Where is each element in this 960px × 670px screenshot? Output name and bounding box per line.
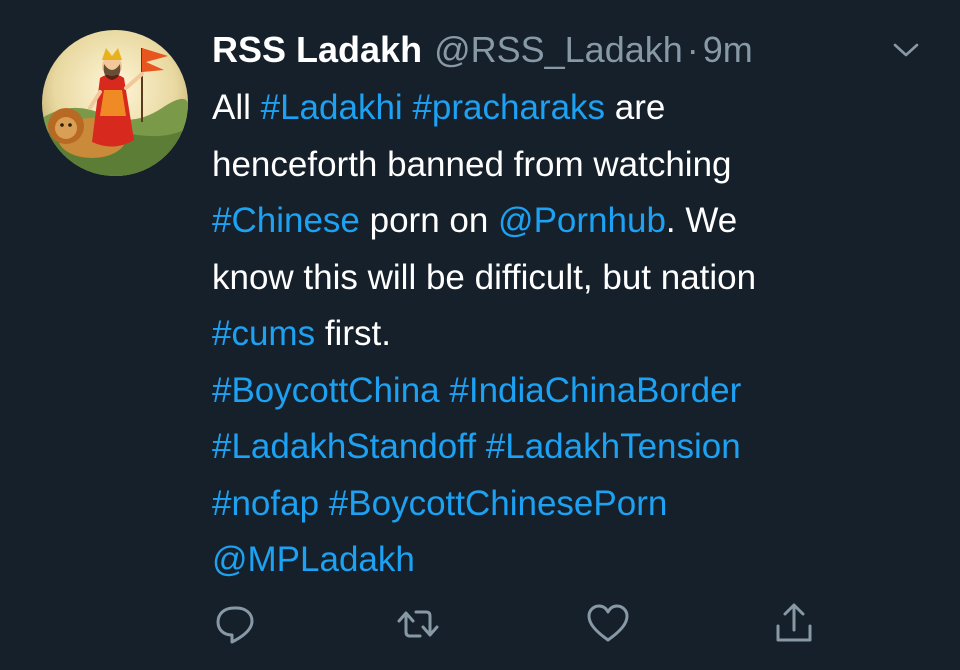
mention-link[interactable]: @Pornhub	[498, 201, 666, 240]
tweet-line: All #Ladakhi #pracharaks are	[212, 80, 932, 137]
tweet-card: RSS Ladakh @RSS_Ladakh · 9m All #Ladakhi…	[0, 0, 960, 670]
separator-dot: ·	[686, 29, 699, 70]
mention-link[interactable]: @MPLadakh	[212, 540, 415, 579]
retweet-icon[interactable]	[394, 600, 442, 648]
tweet-line: @MPLadakh	[212, 532, 932, 589]
heart-icon[interactable]	[584, 600, 632, 648]
hashtag-link[interactable]: #Chinese	[212, 201, 360, 240]
hashtag-link[interactable]: #nofap	[212, 484, 319, 523]
tweet-line: #nofap #BoycottChinesePorn	[212, 476, 932, 533]
tweet-text-segment	[440, 371, 450, 410]
tweet-text-segment	[319, 484, 329, 523]
hashtag-link[interactable]: #IndiaChinaBorder	[449, 371, 741, 410]
hashtag-link[interactable]: #pracharaks	[412, 88, 605, 127]
tweet-text-segment	[476, 427, 486, 466]
reply-icon[interactable]	[212, 600, 260, 648]
avatar[interactable]	[42, 30, 188, 176]
tweet-text-segment: henceforth banned from watching	[212, 144, 732, 184]
hashtag-link[interactable]: #LadakhTension	[486, 427, 741, 466]
tweet-text-segment: . We	[665, 201, 738, 240]
avatar-image	[42, 30, 188, 176]
tweet-text-segment: All	[212, 88, 261, 127]
share-icon[interactable]	[770, 600, 818, 648]
tweet-line: #Chinese porn on @Pornhub. We	[212, 193, 932, 250]
tweet-text-segment: are	[605, 88, 666, 127]
tweet-actions	[0, 600, 960, 660]
timestamp[interactable]: 9m	[703, 29, 753, 71]
tweet-line: know this will be difficult, but nation	[212, 250, 932, 307]
tweet-text-segment: porn on	[359, 201, 499, 240]
tweet-header: RSS Ladakh @RSS_Ladakh · 9m	[212, 26, 753, 74]
tweet-line: henceforth banned from watching	[212, 137, 932, 194]
hashtag-link[interactable]: #cums	[212, 314, 315, 353]
tweet-line: #LadakhStandoff #LadakhTension	[212, 419, 932, 476]
chevron-down-icon[interactable]	[890, 38, 922, 62]
tweet-text-segment: know this will be difficult, but nation	[212, 257, 757, 297]
tweet-line: #cums first.	[212, 306, 932, 363]
hashtag-link[interactable]: #BoycottChina	[212, 371, 440, 410]
tweet-text: All #Ladakhi #pracharaks are henceforth b…	[212, 80, 932, 589]
user-handle[interactable]: @RSS_Ladakh	[434, 29, 683, 71]
tweet-line: #BoycottChina #IndiaChinaBorder	[212, 363, 932, 420]
hashtag-link[interactable]: #Ladakhi	[261, 88, 403, 127]
hashtag-link[interactable]: #BoycottChinesePorn	[329, 484, 668, 523]
display-name[interactable]: RSS Ladakh	[212, 29, 422, 71]
hashtag-link[interactable]: #LadakhStandoff	[212, 427, 476, 466]
tweet-text-segment: first.	[315, 314, 391, 353]
tweet-text-segment	[403, 88, 413, 127]
